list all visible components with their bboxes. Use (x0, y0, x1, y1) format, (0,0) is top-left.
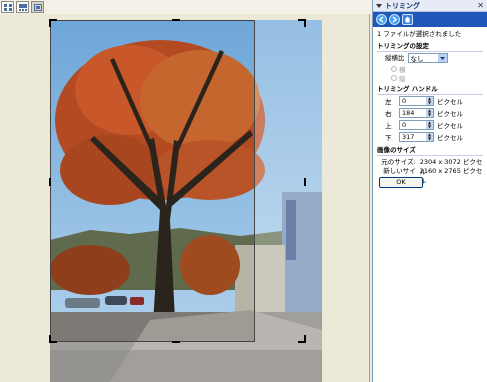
panel-navigation (373, 12, 487, 27)
left-handle-row: 左 0 ▲ ▼ ピクセル (377, 95, 483, 107)
unit-label: ピクセル (437, 98, 463, 106)
back-icon[interactable] (376, 14, 387, 25)
orientation-portrait-label: 縦 (399, 74, 406, 83)
right-handle-row: 右 184 ▲ ▼ ピクセル (377, 107, 483, 119)
trimmed-area-bottom (50, 342, 255, 382)
panel-title: トリミング (385, 1, 420, 10)
crop-handle-top[interactable] (172, 19, 180, 21)
canvas-area (0, 14, 370, 382)
original-size-label: 元のサイズ: (381, 158, 416, 166)
collapse-icon[interactable] (376, 3, 382, 8)
unit-label: ピクセル (437, 134, 463, 142)
home-icon[interactable] (402, 14, 413, 25)
bottom-handle-value: 317 (402, 133, 415, 141)
ok-button[interactable]: OK (379, 177, 423, 188)
crop-handle-right[interactable] (304, 178, 306, 186)
crop-handle-top-left[interactable] (49, 19, 57, 27)
thumbnail-view-icon[interactable] (1, 1, 14, 13)
spinner-icon[interactable]: ▲ ▼ (426, 133, 433, 141)
aspect-ratio-row: 縦横比 なし (377, 52, 483, 64)
panel-title-bar: トリミング ✕ (373, 0, 487, 12)
radio-icon (391, 65, 397, 72)
single-view-icon[interactable] (31, 1, 44, 13)
right-handle-value: 184 (402, 109, 415, 117)
unit-label: ピクセル (437, 122, 463, 130)
trimmed-area-right (255, 20, 322, 382)
orientation-landscape-radio[interactable]: 横 (377, 64, 483, 74)
left-handle-input[interactable]: 0 ▲ ▼ (399, 96, 434, 106)
new-size-row: 新しいサイズ: 2160 x 2765 ピクセル (377, 165, 483, 185)
trim-handles-heading: トリミング ハンドル (377, 85, 483, 95)
top-handle-input[interactable]: 0 ▲ ▼ (399, 120, 434, 130)
right-handle-label: 右 (385, 110, 392, 118)
aspect-ratio-label: 縦横比 (385, 53, 405, 62)
spinner-icon[interactable]: ▲ ▼ (426, 109, 433, 117)
unit-label: ピクセル (437, 110, 463, 118)
spinner-icon[interactable]: ▲ ▼ (426, 97, 433, 105)
view-toolbar (1, 1, 44, 13)
chevron-down-icon[interactable] (437, 54, 447, 62)
new-size-label: 新しいサイズ: (383, 167, 416, 185)
top-handle-value: 0 (402, 121, 407, 129)
crop-handle-bottom[interactable] (172, 341, 180, 343)
trim-panel: トリミング ✕ 1 ファイルが選択されました トリミングの設定 縦横比 なし 横… (372, 0, 487, 382)
aspect-ratio-select[interactable]: なし (407, 53, 448, 63)
original-size-value: 2304 x 3072 ピクセル (419, 158, 483, 176)
close-icon[interactable]: ✕ (477, 1, 484, 10)
original-size-row: 元のサイズ: 2304 x 3072 ピクセル (377, 156, 483, 176)
orientation-portrait-radio[interactable]: 縦 (377, 73, 483, 83)
crop-handle-bottom-right[interactable] (298, 335, 306, 343)
top-handle-label: 上 (385, 122, 392, 130)
bottom-handle-row: 下 317 ▲ ▼ ピクセル (377, 131, 483, 143)
bottom-handle-label: 下 (385, 134, 392, 142)
selection-status: 1 ファイルが選択されました (377, 30, 462, 38)
trim-settings-heading: トリミングの設定 (377, 42, 483, 52)
aspect-ratio-value: なし (410, 55, 424, 63)
left-handle-value: 0 (402, 97, 407, 105)
forward-icon[interactable] (389, 14, 400, 25)
new-size-value: 2160 x 2765 ピクセル (419, 167, 483, 185)
left-handle-label: 左 (385, 98, 392, 106)
image-size-heading: 画像のサイズ (377, 146, 483, 156)
crop-handle-bottom-left[interactable] (49, 335, 57, 343)
crop-handle-top-right[interactable] (298, 19, 306, 27)
crop-handle-left[interactable] (49, 178, 51, 186)
radio-icon (391, 74, 397, 81)
spinner-icon[interactable]: ▲ ▼ (426, 121, 433, 129)
top-handle-row: 上 0 ▲ ▼ ピクセル (377, 119, 483, 131)
bottom-handle-input[interactable]: 317 ▲ ▼ (399, 132, 434, 142)
right-handle-input[interactable]: 184 ▲ ▼ (399, 108, 434, 118)
filmstrip-view-icon[interactable] (16, 1, 29, 13)
